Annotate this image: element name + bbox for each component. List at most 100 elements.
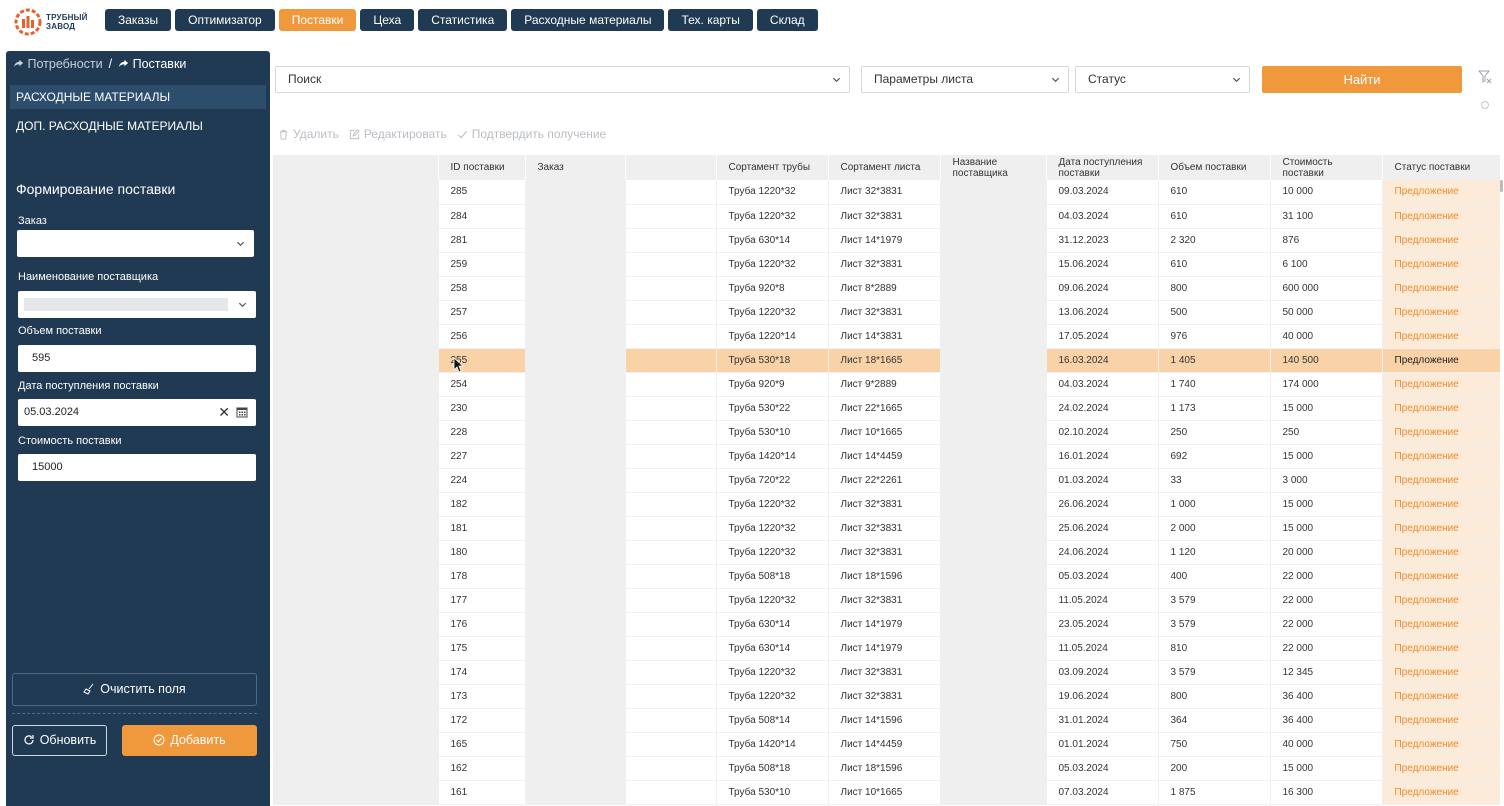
supplier-select[interactable] — [18, 291, 256, 318]
table-row[interactable]: 173 Труба 1220*32 Лист 32*3831 19.06.2024 80… — [273, 684, 1500, 709]
cell-volume: 3 579 — [1158, 660, 1271, 685]
cell-volume: 800 — [1158, 276, 1271, 301]
table-row[interactable]: 227 Труба 1420*14 Лист 14*4459 16.01.2024 69… — [273, 444, 1500, 469]
logo[interactable]: ТРУБНЫЙ ЗАВОД — [14, 7, 94, 37]
table-row[interactable]: 174 Труба 1220*32 Лист 32*3831 03.09.2024 3 … — [273, 660, 1500, 685]
cell-status: Предложение — [1382, 492, 1500, 517]
table-row[interactable]: 181 Труба 1220*32 Лист 32*3831 25.06.2024 2 … — [273, 516, 1500, 541]
table-row[interactable]: 281 Труба 630*14 Лист 14*1979 31.12.2023 2 3… — [273, 228, 1500, 253]
empty-cell — [525, 540, 626, 565]
table-row[interactable]: 256 Труба 1220*14 Лист 14*3831 17.05.2024 97… — [273, 324, 1500, 349]
sidebar-item-extra-consumables[interactable]: Доп. расходные материалы — [10, 114, 266, 138]
cell-sheet: Лист 14*1979 — [828, 636, 941, 661]
table-row[interactable]: 161 Труба 530*10 Лист 10*1665 07.03.2024 1 8… — [273, 780, 1500, 805]
column-header-1[interactable]: ID поставки — [438, 155, 526, 180]
nav-tab-5[interactable]: Расходные материалы — [511, 9, 665, 31]
confirm-receipt-button[interactable]: Подтвердить получение — [457, 127, 606, 141]
clear-date-icon[interactable]: ✕ — [218, 399, 230, 426]
cell-cost: 3 000 — [1270, 468, 1383, 493]
table-row[interactable]: 230 Труба 530*22 Лист 22*1665 24.02.2024 1 1… — [273, 396, 1500, 421]
nav-tab-1[interactable]: Оптимизатор — [175, 9, 275, 31]
table-row[interactable]: 228 Труба 530*10 Лист 10*1665 02.10.2024 250… — [273, 420, 1500, 445]
sheet-params-select[interactable]: Параметры листа — [861, 66, 1069, 93]
table-row[interactable]: 165 Труба 1420*14 Лист 14*4459 01.01.2024 75… — [273, 732, 1500, 757]
cell-date: 07.03.2024 — [1046, 780, 1159, 805]
empty-cell — [273, 516, 439, 541]
table-row[interactable]: 254 Труба 920*9 Лист 9*2889 04.03.2024 1 740… — [273, 372, 1500, 397]
table-row[interactable]: 176 Труба 630*14 Лист 14*1979 23.05.2024 3 5… — [273, 612, 1500, 637]
column-header-4[interactable]: Сортамент трубы — [716, 155, 829, 180]
clear-fields-button[interactable]: Очистить поля — [12, 673, 257, 706]
cell-cost: 876 — [1270, 228, 1383, 253]
cell-cost: 22 000 — [1270, 636, 1383, 661]
breadcrumb-parent[interactable]: Потребности — [13, 57, 103, 71]
table-row[interactable]: 182 Труба 1220*32 Лист 32*3831 26.06.2024 1 … — [273, 492, 1500, 517]
table-row[interactable]: 284 Труба 1220*32 Лист 32*3831 04.03.2024 61… — [273, 204, 1500, 229]
column-header-9[interactable]: Стоимость поставки — [1270, 155, 1383, 180]
sidebar-item-consumables[interactable]: Расходные материалы — [10, 85, 266, 109]
table-row[interactable]: 259 Труба 1220*32 Лист 32*3831 15.06.2024 61… — [273, 252, 1500, 277]
table-row[interactable]: 180 Труба 1220*32 Лист 32*3831 24.06.2024 1 … — [273, 540, 1500, 565]
empty-cell — [273, 636, 439, 661]
calendar-icon[interactable] — [236, 406, 248, 418]
cell-sheet: Лист 18*1665 — [828, 348, 941, 373]
cell-cost: 600 000 — [1270, 276, 1383, 301]
cell-cost: 36 400 — [1270, 684, 1383, 709]
order-select[interactable] — [17, 230, 254, 257]
cell-status: Предложение — [1382, 636, 1500, 661]
reload-icon[interactable] — [1480, 100, 1490, 110]
table-row[interactable]: 258 Труба 920*8 Лист 8*2889 09.06.2024 800 60… — [273, 276, 1500, 301]
add-button[interactable]: Добавить — [122, 725, 257, 756]
delete-button[interactable]: Удалить — [278, 127, 339, 141]
cell-volume: 750 — [1158, 732, 1271, 757]
table-row[interactable]: 285 Труба 1220*32 Лист 32*3831 09.03.2024 61… — [273, 180, 1500, 205]
column-header-8[interactable]: Объем поставки — [1158, 155, 1271, 180]
date-input[interactable]: 05.03.2024 ✕ — [18, 399, 256, 426]
table-row[interactable]: 175 Труба 630*14 Лист 14*1979 11.05.2024 810… — [273, 636, 1500, 661]
table-row[interactable]: 172 Труба 508*14 Лист 14*1596 31.01.2024 364… — [273, 708, 1500, 733]
filter-clear-icon[interactable] — [1478, 70, 1492, 84]
table-row[interactable]: 257 Труба 1220*32 Лист 32*3831 13.06.2024 50… — [273, 300, 1500, 325]
empty-cell — [273, 444, 439, 469]
table-row[interactable]: 162 Труба 508*18 Лист 18*1596 05.03.2024 200… — [273, 756, 1500, 781]
column-header-10[interactable]: Статус поставки — [1382, 155, 1500, 180]
cell-id: 174 — [438, 660, 526, 685]
table-row[interactable]: 224 Труба 720*22 Лист 22*2261 01.03.2024 33 3… — [273, 468, 1500, 493]
nav-tab-3[interactable]: Цеха — [360, 9, 415, 31]
cell-date: 13.06.2024 — [1046, 300, 1159, 325]
table-row[interactable]: 178 Труба 508*18 Лист 18*1596 05.03.2024 400… — [273, 564, 1500, 589]
empty-cell — [625, 636, 717, 661]
cell-status: Предложение — [1382, 732, 1500, 757]
edit-button[interactable]: Редактировать — [349, 127, 447, 141]
column-header-6[interactable]: Название поставщика — [940, 155, 1047, 180]
nav-tab-2[interactable]: Поставки — [278, 9, 357, 31]
nav-tab-6[interactable]: Тех. карты — [668, 9, 753, 31]
cost-input[interactable]: 15000 — [18, 454, 256, 481]
cell-date: 16.03.2024 — [1046, 348, 1159, 373]
status-select[interactable]: Статус — [1075, 66, 1250, 93]
empty-cell — [625, 684, 717, 709]
empty-cell — [940, 468, 1047, 493]
cell-sheet: Лист 14*3831 — [828, 324, 941, 349]
cell-id: 285 — [438, 180, 526, 205]
cell-date: 23.05.2024 — [1046, 612, 1159, 637]
column-header-5[interactable]: Сортамент листа — [828, 155, 941, 180]
column-header-2[interactable]: Заказ — [525, 155, 626, 180]
cell-pipe: Труба 1220*32 — [716, 180, 829, 205]
nav-tab-0[interactable]: Заказы — [105, 9, 172, 31]
refresh-button[interactable]: Обновить — [12, 725, 107, 756]
scrollbar-thumb[interactable] — [1500, 180, 1503, 192]
volume-input[interactable]: 595 — [18, 345, 256, 372]
cell-date: 01.03.2024 — [1046, 468, 1159, 493]
table-row[interactable]: 177 Труба 1220*32 Лист 32*3831 11.05.2024 3 … — [273, 588, 1500, 613]
logo-line-2: ЗАВОД — [46, 22, 76, 31]
empty-cell — [940, 372, 1047, 397]
nav-tab-7[interactable]: Склад — [756, 9, 818, 31]
cell-date: 17.05.2024 — [1046, 324, 1159, 349]
column-header-7[interactable]: Дата поступления поставки — [1046, 155, 1159, 180]
cell-id: 228 — [438, 420, 526, 445]
find-button[interactable]: Найти — [1262, 66, 1462, 93]
nav-tab-4[interactable]: Статистика — [418, 9, 508, 31]
search-select[interactable]: Поиск — [275, 66, 850, 93]
cell-sheet: Лист 32*3831 — [828, 300, 941, 325]
